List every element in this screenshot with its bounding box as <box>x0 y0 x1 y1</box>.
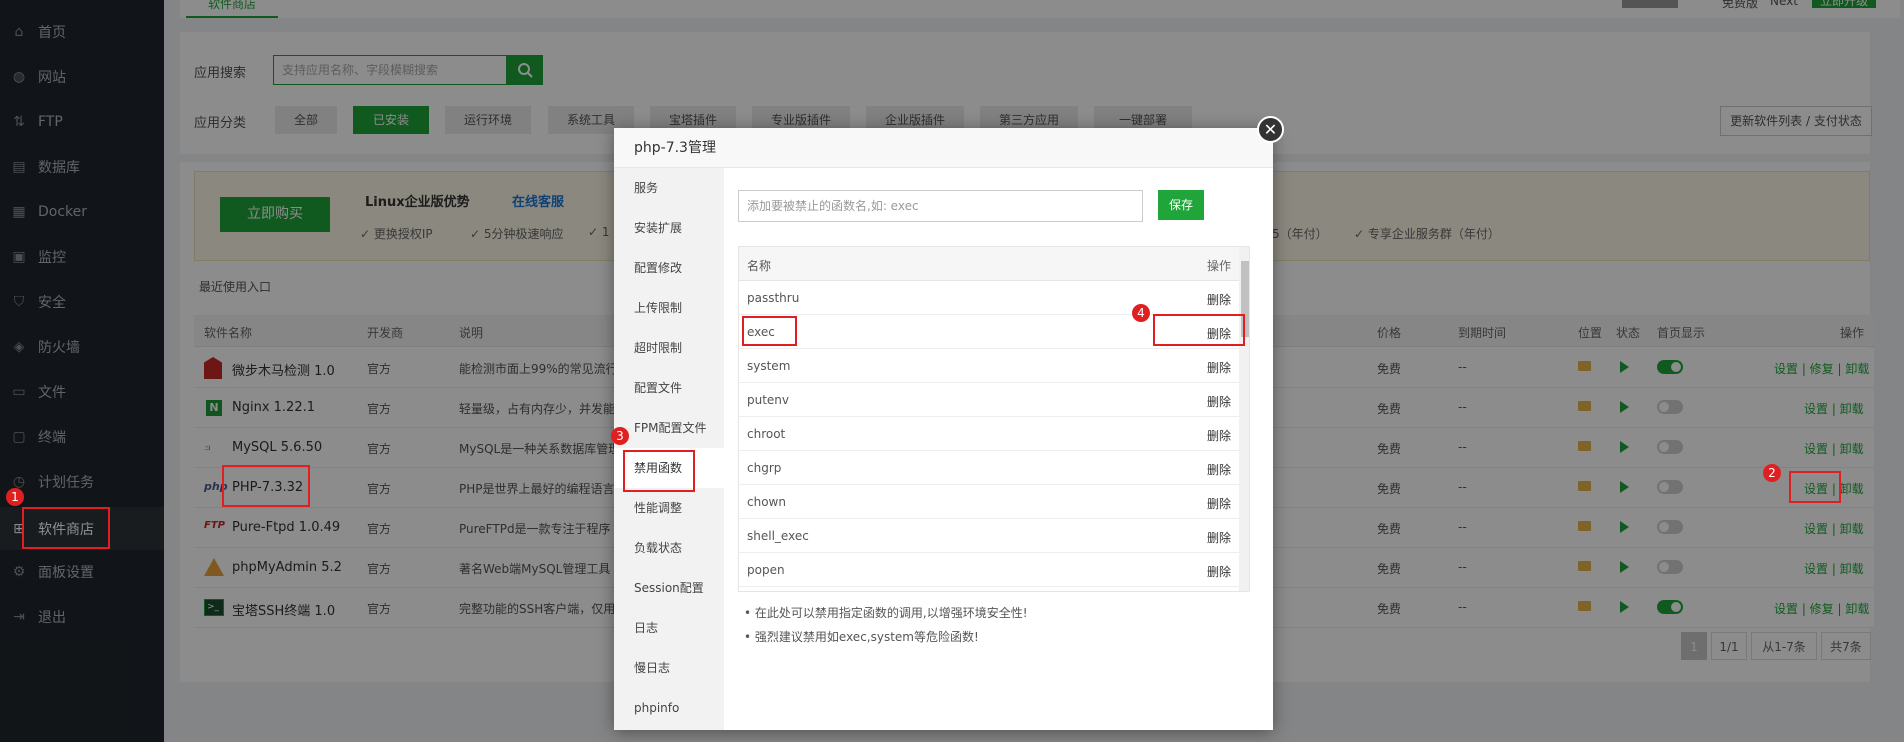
functions-scrollbar[interactable] <box>1239 247 1249 591</box>
menu-config-file[interactable]: 配置文件 <box>614 368 724 408</box>
function-name: chroot <box>747 427 786 441</box>
highlight-delete-exec <box>1153 314 1245 346</box>
save-button[interactable]: 保存 <box>1158 190 1204 220</box>
dialog-menu: 服务 安装扩展 配置修改 上传限制 超时限制 配置文件 FPM配置文件 禁用函数… <box>614 168 724 730</box>
step-badge: 3 <box>611 427 629 445</box>
function-row: chgrp 删除 <box>739 451 1239 485</box>
function-row: passthru 删除 <box>739 281 1239 315</box>
delete-link[interactable]: 删除 <box>1207 393 1231 410</box>
function-row: chown 删除 <box>739 485 1239 519</box>
step-badge: 4 <box>1132 304 1150 322</box>
close-icon[interactable]: ✕ <box>1257 116 1284 143</box>
function-name: chown <box>747 495 786 509</box>
function-name: passthru <box>747 291 800 305</box>
delete-link[interactable]: 删除 <box>1207 359 1231 376</box>
delete-link[interactable]: 删除 <box>1207 495 1231 512</box>
function-row: popen 删除 <box>739 553 1239 587</box>
highlight-disabled-functions-menu <box>623 450 695 492</box>
menu-fpm-config[interactable]: FPM配置文件 <box>614 408 724 448</box>
delete-link[interactable]: 删除 <box>1207 529 1231 546</box>
menu-install-extension[interactable]: 安装扩展 <box>614 208 724 248</box>
menu-session-config[interactable]: Session配置 <box>614 568 724 608</box>
function-row: shell_exec 删除 <box>739 519 1239 553</box>
delete-link[interactable]: 删除 <box>1207 291 1231 308</box>
menu-performance[interactable]: 性能调整 <box>614 488 724 528</box>
menu-upload-limit[interactable]: 上传限制 <box>614 288 724 328</box>
function-name: putenv <box>747 393 790 407</box>
dialog-title: php-7.3管理 <box>614 128 1273 168</box>
function-row: putenv 删除 <box>739 383 1239 417</box>
tip-text: 在此处可以禁用指定函数的调用,以增强环境安全性! <box>754 606 1028 620</box>
php-manager-dialog: php-7.3管理 服务 安装扩展 配置修改 上传限制 超时限制 配置文件 FP… <box>614 128 1273 730</box>
tip-line: • 在此处可以禁用指定函数的调用,以增强环境安全性! <box>744 606 1028 620</box>
menu-service[interactable]: 服务 <box>614 168 724 208</box>
col-function-name: 名称 <box>747 259 772 273</box>
delete-link[interactable]: 删除 <box>1207 563 1231 580</box>
function-row: system 删除 <box>739 349 1239 383</box>
step-badge: 2 <box>1763 464 1781 482</box>
delete-link[interactable]: 删除 <box>1207 427 1231 444</box>
function-name: chgrp <box>747 461 782 475</box>
col-function-action: 操作 <box>1206 259 1231 273</box>
menu-config-edit[interactable]: 配置修改 <box>614 248 724 288</box>
step-badge: 1 <box>6 488 24 506</box>
functions-table-header: 名称 操作 <box>739 247 1239 281</box>
menu-phpinfo[interactable]: phpinfo <box>614 688 724 728</box>
disabled-functions-table: 名称 操作 passthru 删除 exec 删除 system 删除 putenv 删… <box>738 246 1250 592</box>
function-name: shell_exec <box>747 529 809 543</box>
menu-slow-log[interactable]: 慢日志 <box>614 648 724 688</box>
delete-link[interactable]: 删除 <box>1207 461 1231 478</box>
tip-text: 强烈建议禁用如exec,system等危险函数! <box>754 630 979 644</box>
function-name: system <box>747 359 791 373</box>
highlight-php-row <box>222 465 310 507</box>
menu-timeout-limit[interactable]: 超时限制 <box>614 328 724 368</box>
function-row: chroot 删除 <box>739 417 1239 451</box>
highlight-settings-link <box>1789 471 1841 503</box>
highlight-software-store <box>22 507 110 549</box>
highlight-exec-row <box>742 316 797 346</box>
menu-log[interactable]: 日志 <box>614 608 724 648</box>
function-name: popen <box>747 563 785 577</box>
menu-load-status[interactable]: 负载状态 <box>614 528 724 568</box>
tip-line: • 强烈建议禁用如exec,system等危险函数! <box>744 630 979 644</box>
function-name-input[interactable]: 添加要被禁止的函数名,如: exec <box>738 190 1143 222</box>
